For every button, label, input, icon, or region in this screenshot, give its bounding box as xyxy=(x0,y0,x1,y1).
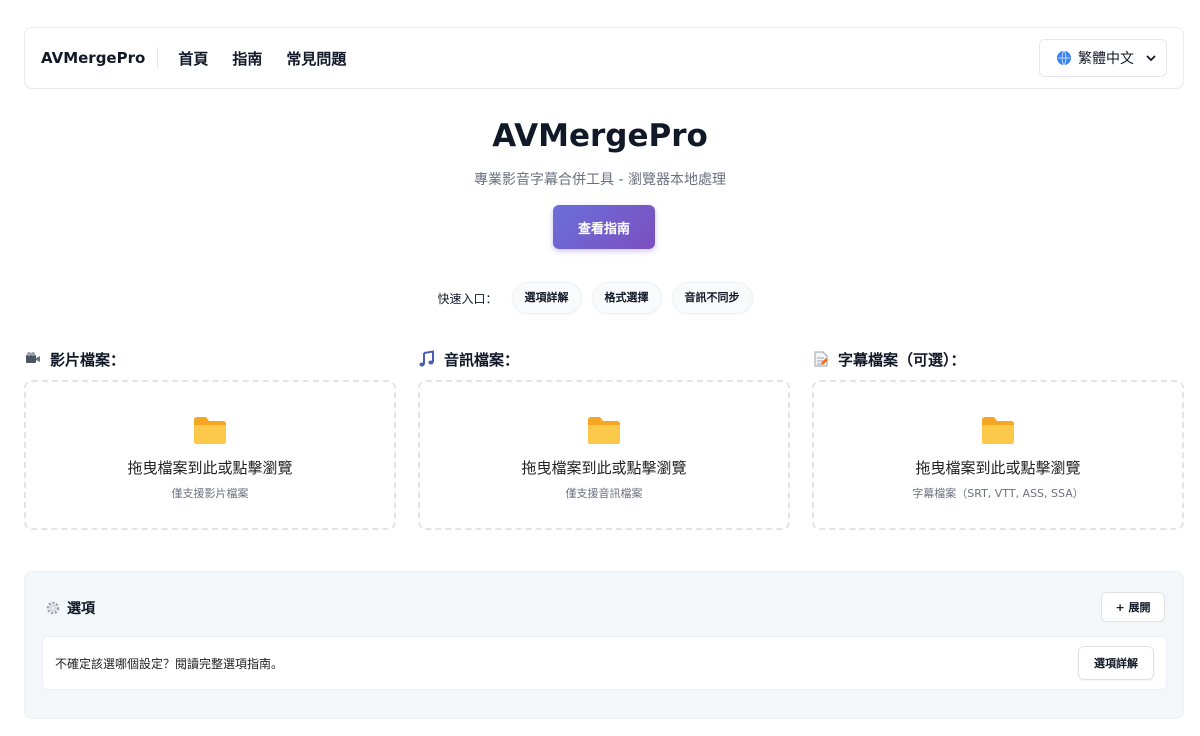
nav-links: 首頁 指南 常見問題 xyxy=(166,48,358,69)
quick-link-options-detail[interactable]: 選項詳解 xyxy=(511,282,582,314)
quick-links: 快速入口： 選項詳解 格式選擇 音訊不同步 xyxy=(0,282,1200,314)
music-note-icon xyxy=(419,350,434,367)
subtitle-upload-label-row: 字幕檔案（可選）： xyxy=(812,347,1184,371)
page-title: AVMergePro xyxy=(492,118,708,154)
video-upload-label-row: 影片檔案： xyxy=(24,347,396,371)
audio-dropzone-text: 拖曳檔案到此或點擊瀏覽 xyxy=(521,459,687,477)
options-title: 選項 xyxy=(67,601,95,617)
audio-dropzone-hint: 僅支援音訊檔案 xyxy=(565,487,643,500)
globe-icon xyxy=(1057,50,1071,66)
document-icon xyxy=(814,351,828,367)
folder-icon xyxy=(194,417,226,444)
folder-icon xyxy=(982,417,1014,444)
folder-icon xyxy=(588,417,620,444)
subtitle-dropzone-hint: 字幕檔案（SRT, VTT, ASS, SSA） xyxy=(912,487,1084,500)
nav-link-guide[interactable]: 指南 xyxy=(232,48,262,69)
video-camera-icon xyxy=(26,352,40,363)
subtitle-dropzone[interactable]: 拖曳檔案到此或點擊瀏覽 字幕檔案（SRT, VTT, ASS, SSA） xyxy=(812,380,1184,530)
quick-link-audio-desync[interactable]: 音訊不同步 xyxy=(671,282,753,314)
page-subtitle: 專業影音字幕合併工具 - 瀏覽器本地處理 xyxy=(474,172,726,188)
options-detail-button[interactable]: 選項詳解 xyxy=(1078,646,1154,680)
quick-link-format-selection[interactable]: 格式選擇 xyxy=(591,282,662,314)
navbar: AVMergePro 首頁 指南 常見問題 繁體中文 xyxy=(24,27,1184,89)
language-selected: 繁體中文 xyxy=(1078,51,1134,67)
video-dropzone-hint: 僅支援影片檔案 xyxy=(171,487,249,500)
view-guide-button[interactable]: 查看指南 xyxy=(553,205,655,249)
video-upload-section: 影片檔案： 拖曳檔案到此或點擊瀏覽 僅支援影片檔案 xyxy=(24,347,396,530)
options-expand-button[interactable]: + 展開 xyxy=(1101,592,1165,622)
video-dropzone-text: 拖曳檔案到此或點擊瀏覽 xyxy=(127,459,293,477)
subtitle-upload-label: 字幕檔案（可選）： xyxy=(838,350,966,369)
nav-link-faq[interactable]: 常見問題 xyxy=(286,48,346,69)
options-panel: 選項 + 展開 不確定該選哪個設定？閱讀完整選項指南。 選項詳解 xyxy=(24,571,1184,719)
subtitle-upload-section: 字幕檔案（可選）： 拖曳檔案到此或點擊瀏覽 字幕檔案（SRT, VTT, ASS… xyxy=(812,347,1184,530)
options-help-card: 不確定該選哪個設定？閱讀完整選項指南。 選項詳解 xyxy=(42,636,1167,690)
audio-upload-label: 音訊檔案： xyxy=(444,350,520,369)
video-dropzone[interactable]: 拖曳檔案到此或點擊瀏覽 僅支援影片檔案 xyxy=(24,380,396,530)
gear-icon xyxy=(46,601,60,615)
options-header: 選項 xyxy=(45,598,95,618)
audio-dropzone[interactable]: 拖曳檔案到此或點擊瀏覽 僅支援音訊檔案 xyxy=(418,380,790,530)
options-help-text: 不確定該選哪個設定？閱讀完整選項指南。 xyxy=(55,656,284,671)
audio-upload-section: 音訊檔案： 拖曳檔案到此或點擊瀏覽 僅支援音訊檔案 xyxy=(418,347,790,530)
nav-link-home[interactable]: 首頁 xyxy=(178,48,208,69)
quick-links-label: 快速入口： xyxy=(437,291,498,306)
video-upload-label: 影片檔案： xyxy=(50,350,126,369)
audio-upload-label-row: 音訊檔案： xyxy=(418,347,790,371)
brand-logo[interactable]: AVMergePro xyxy=(41,47,159,69)
subtitle-dropzone-text: 拖曳檔案到此或點擊瀏覽 xyxy=(915,459,1081,477)
language-select[interactable]: 繁體中文 xyxy=(1039,39,1167,77)
chevron-down-icon xyxy=(1146,55,1156,62)
